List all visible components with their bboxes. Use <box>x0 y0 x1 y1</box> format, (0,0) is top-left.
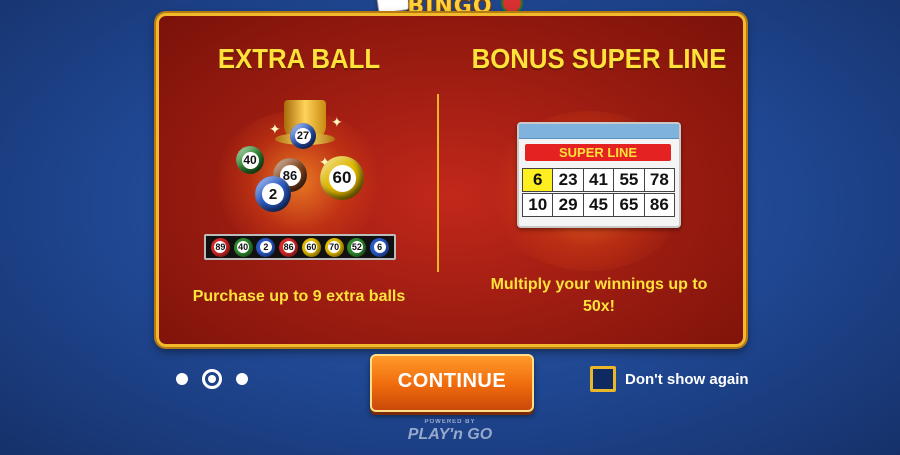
card-cell: 23 <box>552 168 584 192</box>
ball-number: 60 <box>328 164 356 192</box>
card-cell: 45 <box>582 193 615 217</box>
tray-ball: 89 <box>210 237 230 257</box>
tray-ball-number: 2 <box>259 241 272 253</box>
tray-ball: 86 <box>279 237 299 257</box>
page-dot[interactable] <box>176 373 188 385</box>
card-header-bar <box>519 124 679 139</box>
card-cell: 10 <box>522 193 554 217</box>
super-line-description: Multiply your winnings up to 50x! <box>490 276 708 315</box>
tray-ball: 2 <box>256 237 276 257</box>
card-cell: 78 <box>643 168 676 192</box>
tray-ball: 6 <box>370 237 390 257</box>
tray-ball-number: 86 <box>282 241 295 253</box>
super-line-card: SUPER LINE 6 23 41 55 78 10 29 45 65 86 <box>517 122 681 228</box>
lottery-ball: 60 <box>320 156 364 200</box>
ball-number: 2 <box>262 183 284 205</box>
tray-ball: 60 <box>301 237 321 257</box>
ball-number: 27 <box>295 128 311 144</box>
card-cell: 6 <box>522 168 554 192</box>
card-row: 6 23 41 55 78 <box>522 168 676 192</box>
card-cell: 29 <box>552 193 584 217</box>
dont-show-again-label[interactable]: Don't show again <box>625 371 749 388</box>
super-line-banner: SUPER LINE <box>525 144 671 161</box>
lottery-ball: 27 <box>290 123 316 149</box>
card-cell: 41 <box>582 168 615 192</box>
dont-show-again-checkbox[interactable] <box>590 366 616 392</box>
tray-ball-number: 60 <box>305 241 318 253</box>
tray-ball-number: 52 <box>350 241 363 253</box>
ball-number: 40 <box>241 151 259 169</box>
card-cell: 65 <box>613 193 645 217</box>
lottery-ball: 40 <box>236 146 264 174</box>
tray-ball: 40 <box>233 237 253 257</box>
sparkle-icon: ✦ <box>331 114 343 130</box>
sparkle-icon: ✦ <box>269 121 281 137</box>
tray-ball: 70 <box>324 237 344 257</box>
bingo-card-icon <box>375 0 411 15</box>
extra-ball-heading: EXTRA BALL <box>217 43 381 74</box>
powered-by-text: POWERED BY <box>424 419 476 425</box>
extra-ball-description: Purchase up to 9 extra balls <box>192 288 406 305</box>
tray-ball-number: 70 <box>328 241 341 253</box>
bonus-super-line-heading: BONUS SUPER LINE <box>471 43 727 74</box>
card-row: 10 29 45 65 86 <box>522 193 676 217</box>
tray-ball-number: 89 <box>214 241 227 253</box>
lottery-ball: 2 <box>255 176 291 212</box>
page-dot[interactable] <box>236 373 248 385</box>
page-dot-active[interactable] <box>202 369 222 389</box>
extra-ball-tray: 89 40 2 86 60 70 52 6 <box>204 234 396 260</box>
feature-panel: EXTRA BALL BONUS SUPER LINE ✦ ✦ ✦ ✦ 2740… <box>156 13 746 347</box>
card-cell: 55 <box>613 168 645 192</box>
playngo-logo: POWERED BY PLAY'n GO <box>400 418 500 448</box>
panel-divider <box>437 94 439 272</box>
continue-button[interactable]: CONTINUE <box>370 354 534 412</box>
ball-icon <box>501 0 523 14</box>
tray-ball: 52 <box>347 237 367 257</box>
pagination-dots <box>176 369 248 389</box>
tray-ball-number: 40 <box>237 241 250 253</box>
tray-ball-number: 6 <box>373 241 386 253</box>
card-cell: 86 <box>643 193 676 217</box>
brand-name: PLAY'n GO <box>407 426 493 443</box>
